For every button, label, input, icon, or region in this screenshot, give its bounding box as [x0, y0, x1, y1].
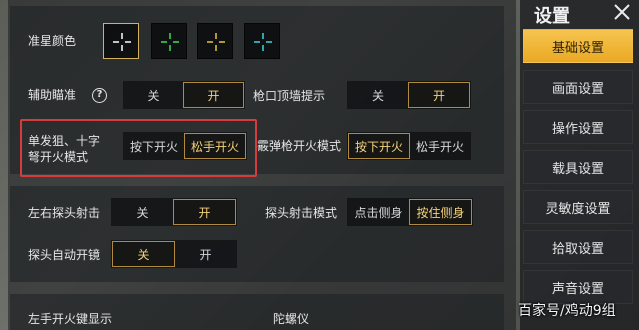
peek-fire-on[interactable]: 开: [173, 199, 236, 225]
muzzle-hint-label: 枪口顶墙提示: [253, 89, 326, 103]
single-fire-label-1: 单发狙、十字: [28, 134, 101, 148]
crosshair-yellow-swatch[interactable]: [197, 23, 233, 59]
single-fire-press[interactable]: 按下开火: [124, 133, 184, 159]
crosshair-cyan-swatch[interactable]: [244, 23, 280, 59]
single-fire-label-2: 弩开火模式: [28, 150, 89, 164]
auto-scope-on[interactable]: 开: [175, 241, 236, 267]
aim-assist-on[interactable]: 开: [183, 82, 244, 108]
sidebar-item-controls[interactable]: 操作设置: [523, 110, 633, 144]
peek-fire-toggle[interactable]: 关 开: [111, 198, 237, 226]
peek-mode-label: 探头射击模式: [265, 206, 338, 220]
sidebar-item-sensitivity[interactable]: 灵敏度设置: [523, 190, 633, 224]
close-icon[interactable]: [612, 0, 632, 24]
peek-fire-off[interactable]: 关: [112, 199, 173, 225]
muzzle-hint-toggle[interactable]: 关 开: [347, 81, 471, 109]
peek-mode-toggle[interactable]: 点击侧身 按住侧身: [347, 198, 473, 226]
shotgun-fire-label: 霰弹枪开火模式: [257, 139, 342, 153]
sidebar-title: 设置: [534, 6, 570, 27]
crosshair-yellow-icon: [207, 33, 225, 51]
sidebar-item-basic[interactable]: 基础设置: [523, 29, 633, 63]
shotgun-fire-press[interactable]: 按下开火: [348, 133, 410, 159]
crosshair-color-label: 准星颜色: [28, 34, 77, 48]
crosshair-green-icon: [161, 33, 179, 51]
help-icon[interactable]: ?: [92, 88, 107, 103]
crosshair-green-swatch[interactable]: [151, 23, 187, 59]
sidebar-item-pickup[interactable]: 拾取设置: [523, 230, 633, 264]
settings-sidebar: 设置 基础设置 画面设置 操作设置 载具设置 灵敏度设置 拾取设置 声音设置: [520, 0, 639, 330]
single-fire-toggle[interactable]: 按下开火 松手开火: [123, 132, 247, 160]
aim-assist-off[interactable]: 关: [124, 82, 183, 108]
watermark: 百家号/鸡动9组: [518, 303, 616, 319]
shotgun-fire-release[interactable]: 松手开火: [410, 133, 470, 159]
sidebar-item-sound[interactable]: 声音设置: [523, 270, 633, 304]
gyroscope-label: 陀螺仪: [273, 312, 310, 326]
crosshair-white-icon: [113, 33, 131, 51]
muzzle-hint-off[interactable]: 关: [348, 82, 408, 108]
crosshair-white-swatch[interactable]: [103, 23, 139, 59]
peek-fire-label: 左右探头射击: [28, 206, 101, 220]
aim-assist-toggle[interactable]: 关 开: [123, 81, 245, 109]
left-fire-label: 左手开火键显示: [28, 312, 113, 326]
single-fire-release[interactable]: 松手开火: [184, 133, 246, 159]
sidebar-item-vehicle[interactable]: 载具设置: [523, 150, 633, 184]
auto-scope-toggle[interactable]: 关 开: [111, 240, 237, 268]
auto-scope-label: 探头自动开镜: [28, 248, 101, 262]
shotgun-fire-toggle[interactable]: 按下开火 松手开火: [347, 132, 471, 160]
crosshair-cyan-icon: [254, 33, 272, 51]
peek-mode-tap[interactable]: 点击侧身: [348, 199, 409, 225]
muzzle-hint-on[interactable]: 开: [408, 82, 470, 108]
aim-assist-label: 辅助瞄准: [28, 88, 77, 102]
auto-scope-off[interactable]: 关: [112, 241, 175, 267]
peek-mode-hold[interactable]: 按住侧身: [409, 199, 472, 225]
sidebar-item-graphics[interactable]: 画面设置: [523, 70, 633, 104]
